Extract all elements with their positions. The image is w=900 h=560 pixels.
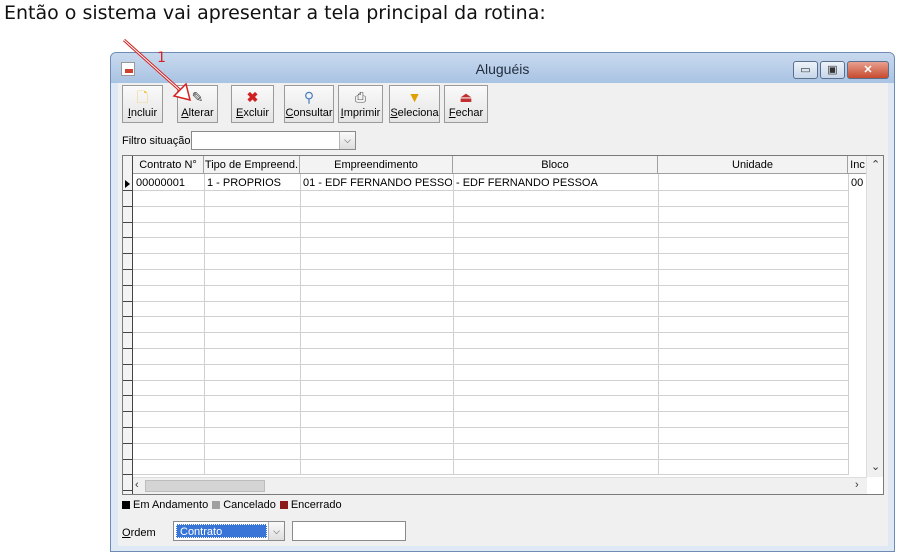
annotation-layer bbox=[122, 38, 192, 102]
red-arrow-icon bbox=[122, 38, 192, 102]
annotation-number: 1 bbox=[157, 50, 166, 66]
